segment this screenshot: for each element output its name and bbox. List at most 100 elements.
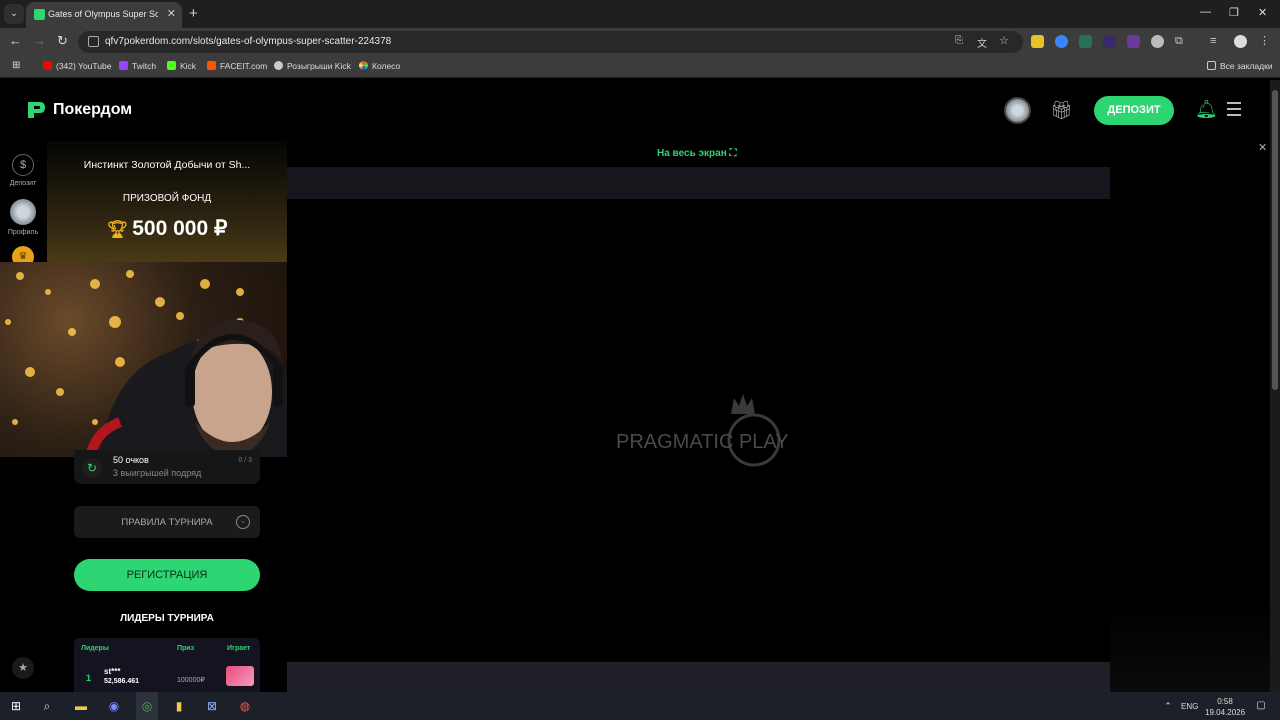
pokerdom-favicon-icon [34, 9, 45, 20]
pokerdom-logo-icon[interactable] [26, 100, 46, 120]
tab-close-icon[interactable]: ✕ [167, 7, 176, 20]
site-logo[interactable]: Покердом [53, 101, 132, 119]
leaderboard-table: Лидеры Приз Играет 1 st*** 52,586.461 10… [74, 638, 260, 692]
globe-icon [274, 61, 283, 70]
prize-header: Приз [177, 645, 195, 652]
folder-icon [1207, 61, 1216, 70]
back-button[interactable]: ← [9, 33, 22, 48]
windows-taskbar [0, 692, 1280, 720]
tournament-task: ↻ 50 очков 3 выигрышей подряд 0 / 3 [74, 450, 260, 484]
bookmark-youtube[interactable]: (342) YouTube [43, 61, 111, 71]
new-tab-button[interactable]: + [189, 5, 198, 22]
tray-chevron-icon[interactable]: ⌃ [1160, 698, 1176, 714]
tab-search-button[interactable]: ⌄ [4, 4, 24, 24]
bookmark-kick-giveaways[interactable]: Розыгрыши Kick [274, 61, 351, 71]
leader-rank: 1 [86, 673, 92, 683]
game-thumbnail[interactable] [226, 666, 254, 686]
minimize-button[interactable]: — [1200, 6, 1211, 18]
apps-grid-icon[interactable]: ⊞ [12, 60, 20, 71]
provider-logo: PRAGMATIC PLAY [616, 431, 789, 453]
restore-button[interactable]: ❐ [1229, 6, 1239, 19]
address-bar[interactable]: qfv7pokerdom.com/slots/gates-of-olympus-… [78, 31, 1023, 53]
url-text: qfv7pokerdom.com/slots/gates-of-olympus-… [105, 36, 392, 47]
extension-icon[interactable] [1031, 35, 1044, 48]
extension-icon[interactable] [1079, 35, 1092, 48]
install-icon[interactable]: ⎘ [955, 35, 963, 46]
expand-icon: ⛶ [729, 148, 737, 159]
tournament-card: Инстинкт Золотой Добычи от Sh... ПРИЗОВО… [47, 141, 287, 262]
app-icon[interactable]: ⊠ [204, 698, 220, 714]
bookmark-star-icon[interactable]: ☆ [999, 34, 1009, 47]
rail-deposit[interactable]: $ Депозит [4, 154, 42, 187]
prize-fund-label: ПРИЗОВОЙ ФОНД [122, 193, 212, 204]
plays-header: Играет [227, 645, 251, 652]
bell-icon[interactable]: 🔔︎ [1195, 99, 1218, 120]
profile-avatar[interactable] [1234, 35, 1247, 48]
browser-tab[interactable]: Gates of Olympus Super Sc ✕ [26, 2, 182, 28]
deposit-button[interactable]: ДЕПОЗИТ [1094, 96, 1174, 125]
leader-name: st*** [104, 667, 121, 676]
reload-button[interactable]: ↻ [57, 33, 68, 49]
media-icon[interactable]: ≡ [1210, 35, 1223, 48]
extension-icon[interactable] [1127, 35, 1140, 48]
chrome-icon[interactable]: ◎ [139, 698, 155, 714]
bookmark-twitch[interactable]: Twitch [119, 61, 156, 71]
notifications-icon[interactable]: ▢ [1253, 698, 1269, 714]
refresh-icon: ↻ [82, 458, 102, 478]
menu-icon[interactable] [1227, 102, 1241, 120]
all-bookmarks[interactable]: Все закладки [1207, 61, 1273, 71]
rail-profile[interactable]: Профиль [4, 199, 42, 236]
clock[interactable]: 0:58 19.04.2026 [1205, 696, 1245, 718]
file-explorer-icon[interactable]: ▬ [73, 698, 89, 714]
scroll-thumb[interactable] [1272, 90, 1278, 390]
tournament-rules-toggle[interactable]: ПРАВИЛА ТУРНИРА ⌄ [74, 506, 260, 538]
forward-button[interactable]: → [33, 33, 46, 48]
game-frame[interactable] [287, 141, 1110, 692]
register-button[interactable]: РЕГИСТРАЦИЯ [74, 559, 260, 591]
fullscreen-button[interactable]: На весь экран ⛶ [657, 148, 737, 159]
dollar-icon: $ [12, 154, 34, 176]
wheel-icon [359, 61, 368, 70]
favorites-star-icon[interactable]: ★ [12, 657, 34, 679]
extensions-puzzle-icon[interactable]: ⧉ [1175, 35, 1188, 48]
app-icon[interactable]: ▮ [171, 698, 187, 714]
trophy-icon: 🏆︎ [106, 220, 129, 239]
site-header: Покердом 🎁︎ ДЕПОЗИТ 🔔︎ [0, 80, 1270, 140]
header-avatar[interactable] [1004, 97, 1031, 124]
windows-start-icon[interactable]: ⊞ [8, 698, 24, 714]
rules-label: ПРАВИЛА ТУРНИРА [121, 517, 213, 528]
extension-icon[interactable] [1103, 35, 1116, 48]
task-title: 50 очков [113, 455, 149, 465]
close-window-button[interactable]: ✕ [1258, 6, 1267, 19]
language-indicator[interactable]: ENG [1181, 702, 1198, 711]
bookmarks-bar: ⊞ (342) YouTube Twitch Kick FACEIT.com Р… [0, 56, 1280, 78]
tab-strip: ⌄ Gates of Olympus Super Sc ✕ + — ❐ ✕ [0, 0, 1280, 28]
app-icon[interactable]: ◉ [106, 698, 122, 714]
faceit-icon [207, 61, 216, 70]
extension-icon[interactable] [1055, 35, 1068, 48]
chrome-menu-icon[interactable]: ⋮ [1259, 35, 1272, 48]
translate-icon[interactable]: 文 [977, 35, 987, 50]
leader-prize: 100000₽ [177, 677, 205, 684]
extension-icon[interactable] [1151, 35, 1164, 48]
tournament-name[interactable]: Инстинкт Золотой Добычи от Sh... [47, 159, 287, 171]
twitch-icon [119, 61, 128, 70]
app-icon[interactable]: ◍ [237, 698, 253, 714]
chevron-down-icon: ⌄ [236, 515, 250, 529]
bookmark-faceit[interactable]: FACEIT.com [207, 61, 267, 71]
tab-title: Gates of Olympus Super Sc [48, 9, 158, 19]
side-panel [1110, 600, 1270, 692]
bookmark-wheel[interactable]: Колесо [359, 61, 400, 71]
kick-icon [167, 61, 176, 70]
gift-icon[interactable]: 🎁︎ [1050, 100, 1073, 120]
page-scrollbar[interactable] [1270, 80, 1280, 692]
leader-score: 52,586.461 [104, 678, 140, 685]
task-progress: 0 / 3 [238, 457, 252, 464]
youtube-icon [43, 61, 52, 70]
bookmark-kick[interactable]: Kick [167, 61, 196, 71]
leaders-title: ЛИДЕРЫ ТУРНИРА [120, 613, 214, 624]
game-top-bar [287, 167, 1110, 199]
search-icon[interactable]: ⌕ [39, 698, 55, 714]
site-info-icon[interactable] [88, 36, 99, 47]
close-icon[interactable]: ✕ [1258, 141, 1267, 154]
